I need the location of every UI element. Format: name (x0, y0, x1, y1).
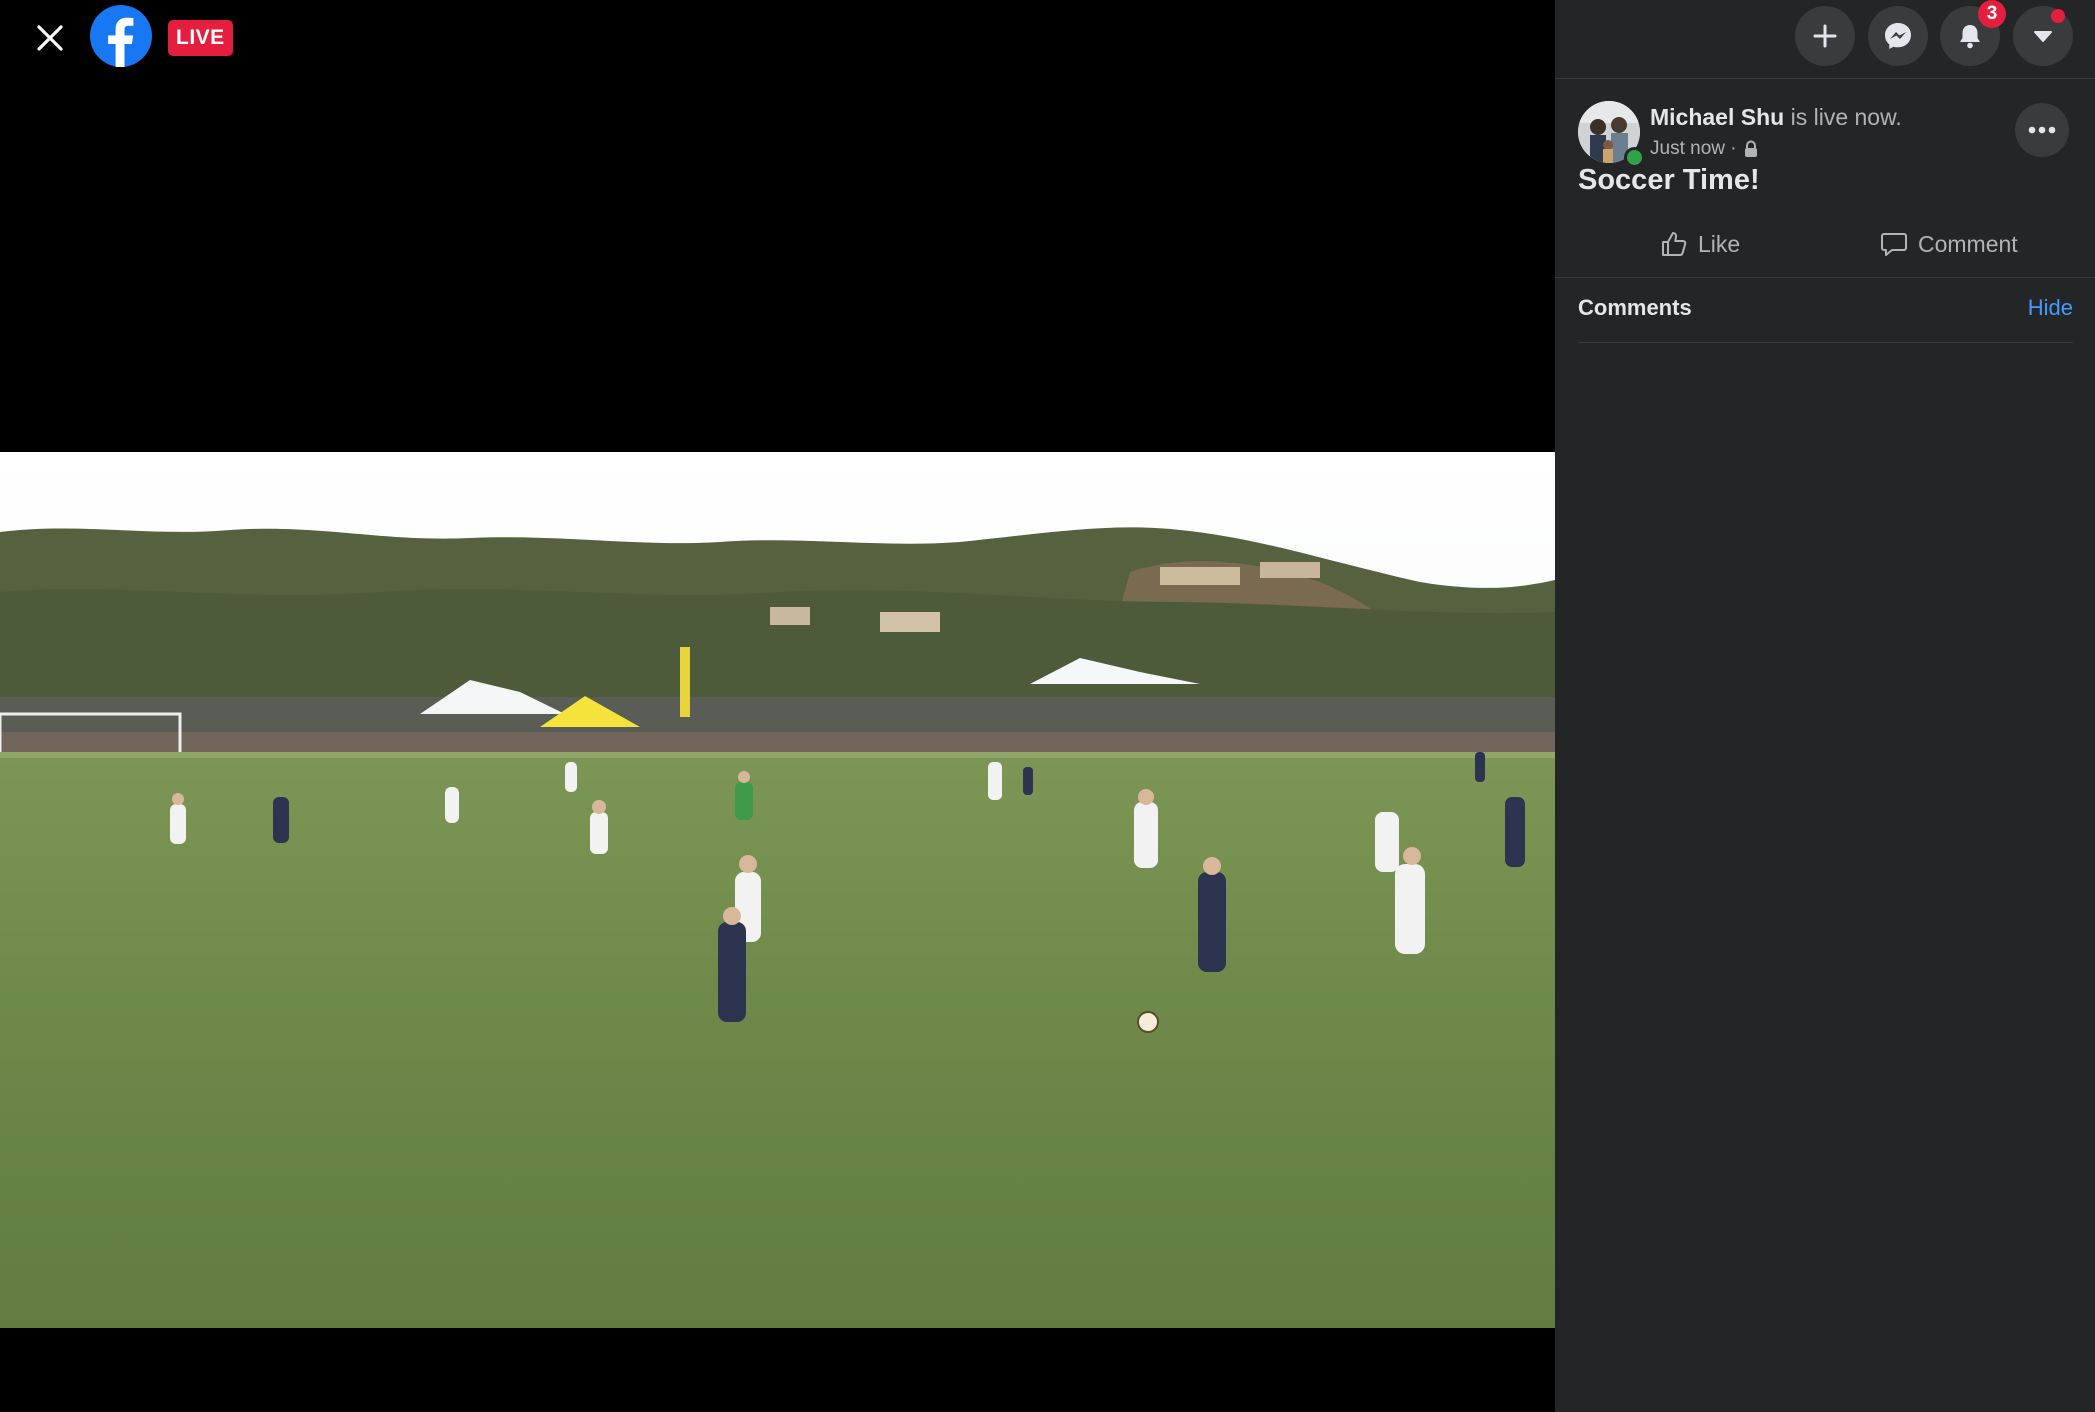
post-header: Michael Shu is live now. (1650, 104, 1902, 131)
divider (1578, 342, 2073, 343)
divider (1555, 277, 2095, 278)
close-button[interactable] (26, 14, 74, 62)
hide-comments-link[interactable]: Hide (2025, 295, 2073, 321)
thumbs-up-icon (1662, 232, 1687, 256)
comment-icon (1881, 233, 1907, 256)
comments-heading: Comments (1578, 295, 1692, 320)
post-title: Soccer Time! (1578, 164, 1760, 196)
live-status-text: is live now. (1790, 104, 1902, 130)
plus-icon (1813, 24, 1837, 48)
top-navigation-bar (1555, 0, 2095, 79)
caret-down-icon (2034, 31, 2052, 42)
facebook-logo[interactable] (90, 5, 152, 67)
comment-label: Comment (1918, 230, 2018, 257)
messenger-icon (1885, 23, 1911, 49)
messenger-button[interactable] (1868, 6, 1928, 66)
video-stage: LIVE (0, 0, 1555, 1412)
create-button[interactable] (1795, 6, 1855, 66)
account-alert-dot (2051, 9, 2065, 23)
notification-count-badge: 3 (1978, 0, 2006, 28)
close-icon (37, 25, 63, 51)
post-timestamp[interactable]: Just now · (1650, 138, 1737, 160)
post-meta: Just now · (1650, 138, 1759, 160)
bell-icon (1960, 25, 1980, 49)
like-button[interactable]: Like (1660, 222, 1740, 266)
live-badge: LIVE (168, 20, 233, 56)
like-label: Like (1698, 230, 1741, 257)
author-name-link[interactable]: Michael Shu (1650, 104, 1784, 130)
lock-icon[interactable] (1743, 140, 1759, 158)
more-icon (2028, 126, 2056, 134)
author-avatar[interactable] (1578, 101, 1645, 168)
comment-button[interactable]: Comment (1880, 222, 2018, 266)
post-options-button[interactable] (2015, 103, 2069, 157)
live-video[interactable] (0, 452, 1555, 1328)
post-sidebar: Michael Shu is live now. Just now · Socc… (1555, 0, 2095, 1412)
